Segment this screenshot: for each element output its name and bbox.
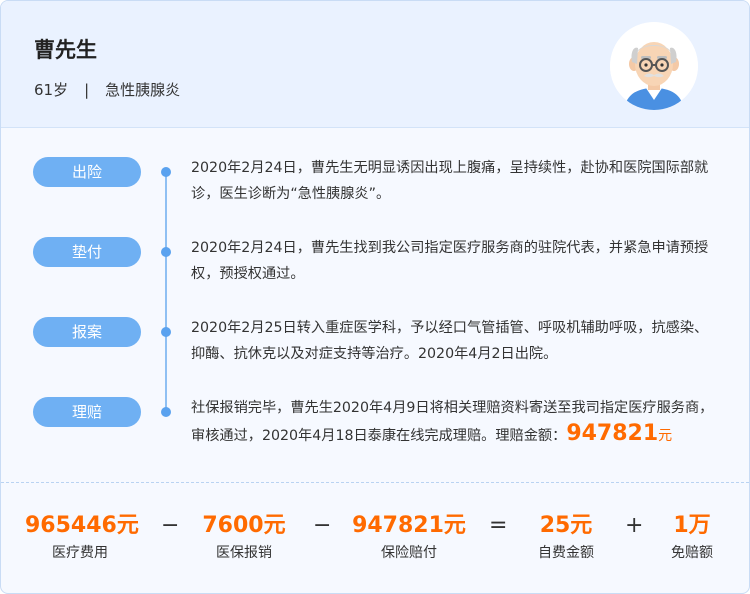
patient-header: 曹先生 61岁 | 急性胰腺炎 <box>1 1 749 128</box>
patient-name: 曹先生 <box>34 38 97 62</box>
summary-value: 965446元 <box>25 513 139 538</box>
timeline-dot <box>161 327 171 337</box>
meta-separator: | <box>84 80 90 99</box>
timeline-dot <box>161 407 171 417</box>
event-description: 2020年2月25日转入重症医学科，予以经口气管插管、呼吸机辅助呼吸，抗感染、抑… <box>191 320 709 362</box>
elderly-man-avatar-icon <box>610 22 698 110</box>
claim-timeline: 出险 2020年2月24日，曹先生无明显诱因出现上腹痛，呈持续性，赴协和医院国际… <box>1 127 749 482</box>
summary-value: 1万 <box>673 513 711 538</box>
event-description: 社保报销完毕，曹先生2020年4月9日将相关理赔资料寄送至我司指定医疗服务商，审… <box>191 395 721 449</box>
minus-operator: − <box>313 513 332 538</box>
summary-item-insurance-payout: 947821元 保险赔付 <box>349 511 469 565</box>
claim-case-card: 曹先生 61岁 | 急性胰腺炎 出险 2020年2月24日，曹先生无明显诱因出现… <box>0 0 750 594</box>
equals-operator: = <box>489 513 508 538</box>
stage-pill: 垫付 <box>33 237 141 267</box>
timeline-line <box>165 173 167 411</box>
summary-item-deductible: 1万 免赔额 <box>656 511 728 565</box>
summary-item-insurance-reimbursement: 7600元 医保报销 <box>189 511 299 565</box>
summary-label: 保险赔付 <box>381 545 437 561</box>
summary-label: 免赔额 <box>671 545 713 561</box>
cost-summary: 965446元 医疗费用 − 7600元 医保报销 − 947821元 保险赔付… <box>1 483 749 593</box>
summary-value: 25元 <box>539 513 593 538</box>
timeline-dot <box>161 247 171 257</box>
stage-pill: 出险 <box>33 157 141 187</box>
minus-operator: − <box>161 513 180 538</box>
summary-label: 医疗费用 <box>52 545 108 561</box>
claim-amount: 947821 <box>566 421 659 446</box>
claim-amount-unit: 元 <box>658 428 673 444</box>
summary-item-self-pay: 25元 自费金额 <box>521 511 611 565</box>
event-description: 2020年2月24日，曹先生找到我公司指定医疗服务商的驻院代表，并紧急申请预授权… <box>191 240 709 282</box>
summary-label: 医保报销 <box>216 545 272 561</box>
stage-pill: 理赔 <box>33 397 141 427</box>
event-description: 2020年2月24日，曹先生无明显诱因出现上腹痛，呈持续性，赴协和医院国际部就诊… <box>191 160 709 202</box>
summary-item-medical-cost: 965446元 医疗费用 <box>25 511 139 565</box>
stage-pill: 报案 <box>33 317 141 347</box>
plus-operator: + <box>625 513 644 538</box>
patient-age: 61岁 <box>34 81 69 99</box>
summary-label: 自费金额 <box>538 545 594 561</box>
summary-value: 947821元 <box>352 513 466 538</box>
patient-meta: 61岁 | 急性胰腺炎 <box>34 79 180 100</box>
timeline-dot <box>161 167 171 177</box>
patient-diagnosis: 急性胰腺炎 <box>105 81 181 99</box>
summary-value: 7600元 <box>202 513 286 538</box>
